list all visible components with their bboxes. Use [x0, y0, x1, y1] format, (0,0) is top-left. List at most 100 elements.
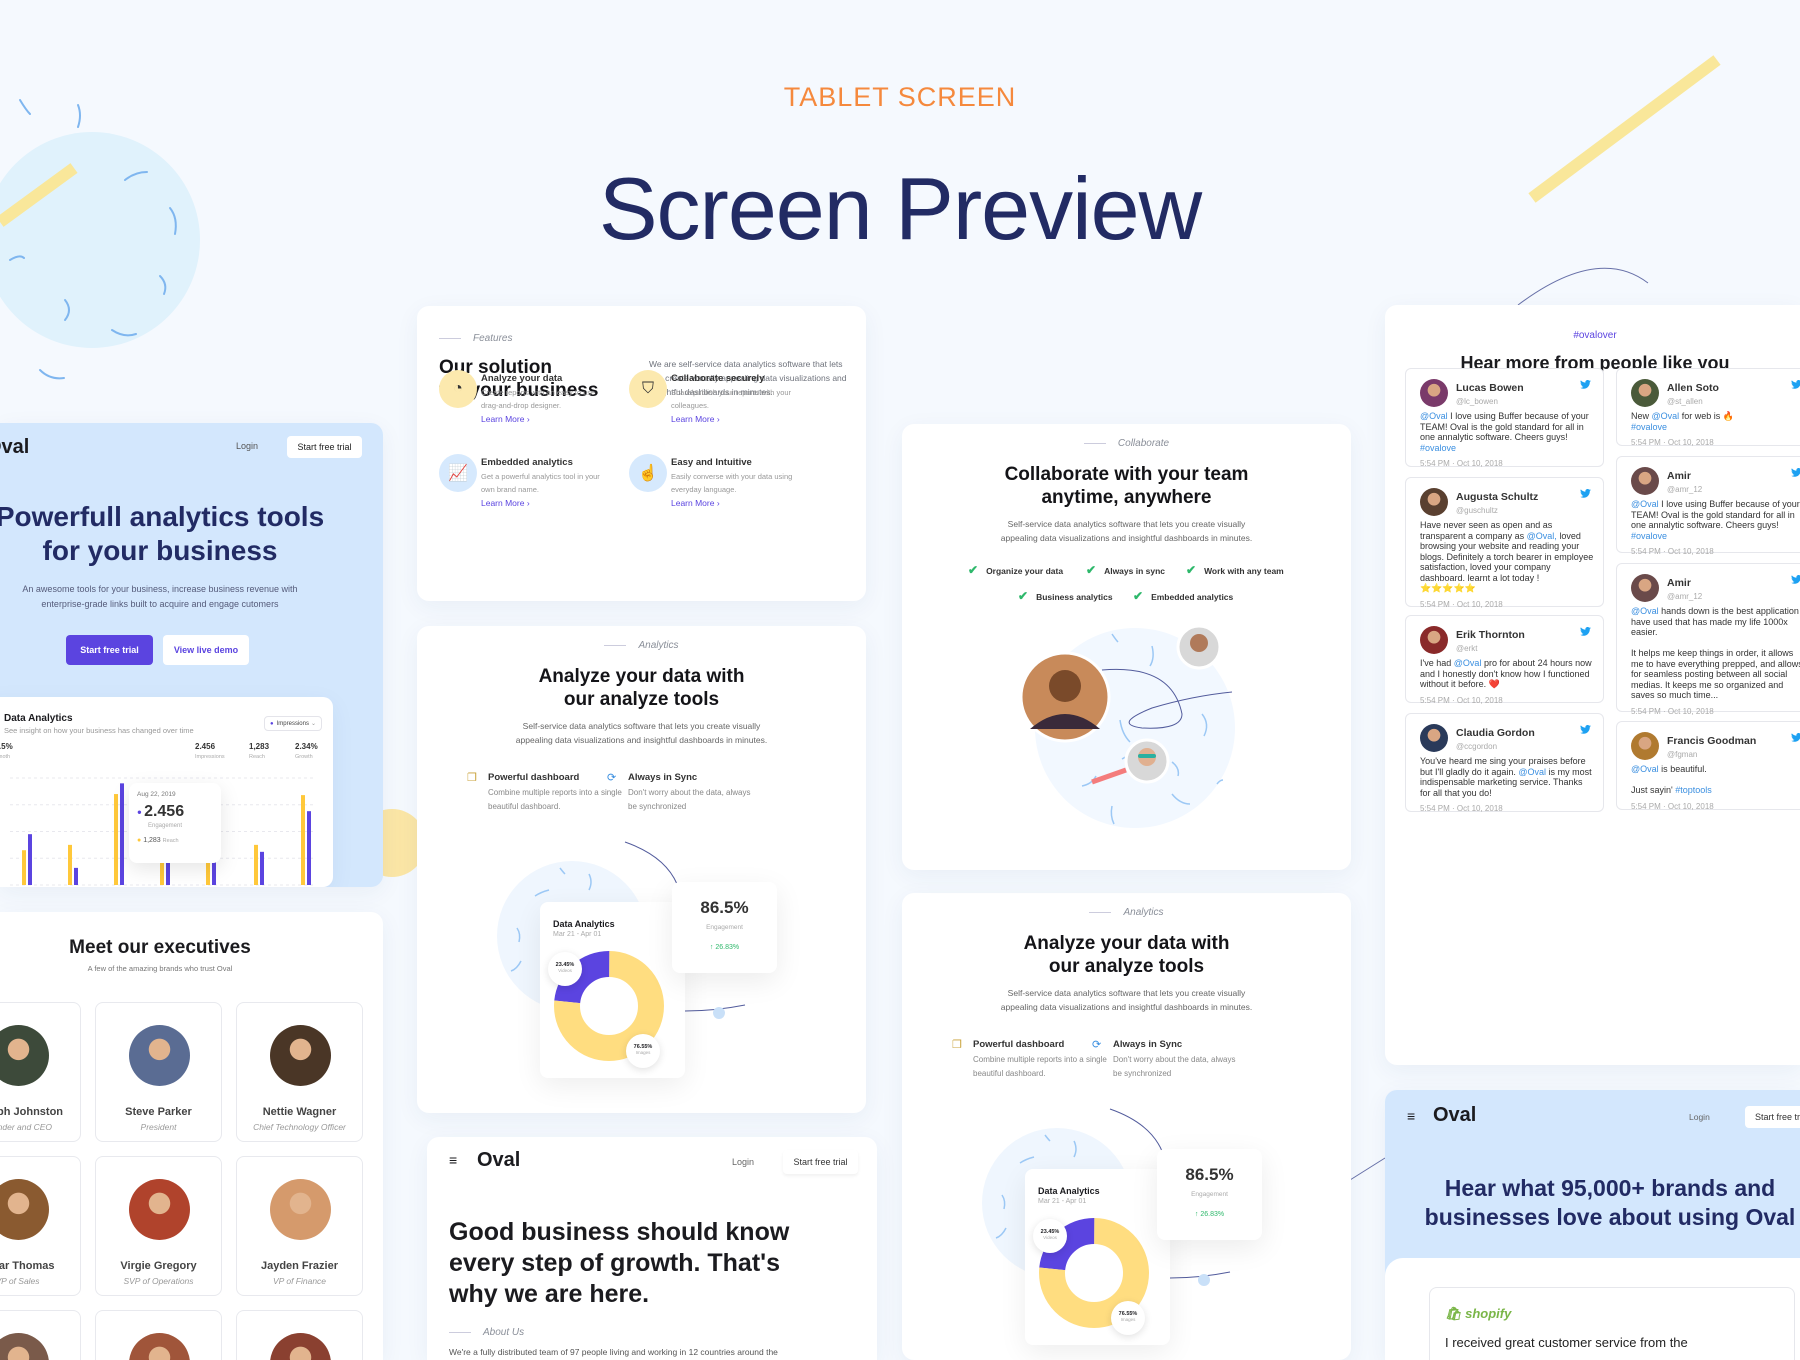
collaborate-card: Collaborate Collaborate with your team an…: [902, 424, 1351, 870]
tweet-handle: @erkt: [1456, 644, 1478, 653]
hashtag-label[interactable]: #ovalover: [1385, 330, 1800, 341]
brand-name: shopify: [1465, 1306, 1512, 1321]
tweet-link[interactable]: @Oval: [1652, 411, 1680, 421]
learn-more-link[interactable]: Learn More ›: [481, 414, 530, 424]
executive-role: Chief Technology Officer: [253, 1122, 346, 1132]
heading-line: Hear what 95,000+ brands and: [1444, 1175, 1776, 1201]
bar-yellow: [301, 795, 305, 885]
tweet-card[interactable]: Claudia Gordon @ccgordon You've heard me s…: [1405, 713, 1604, 813]
avatar: [270, 1179, 331, 1240]
tweet-card[interactable]: Lucas Bowen @lc_bowen @Oval I love using B…: [1405, 368, 1604, 468]
shopify-logo: 🛍 shopify: [1445, 1306, 1512, 1321]
view-demo-button[interactable]: View live demo: [163, 635, 249, 665]
twitter-icon[interactable]: [1791, 380, 1800, 389]
tweet-link[interactable]: @Oval: [1631, 499, 1659, 509]
tweet-card[interactable]: Francis Goodman @fgman @Oval is beautiful.…: [1616, 721, 1800, 812]
tweet-card[interactable]: Augusta Schultz @guschultz Have never seen…: [1405, 477, 1604, 609]
brands-heading: Hear what 95,000+ brands and businesses l…: [1385, 1174, 1800, 1232]
slice-label-videos: 23.45% Videos: [548, 952, 582, 986]
tweet-author: Augusta Schultz: [1456, 491, 1539, 503]
tooltip-value: ● 2.456: [137, 803, 184, 821]
executive-card[interactable]: Jayden Frazier VP of Finance: [236, 1156, 363, 1296]
login-link[interactable]: Login: [236, 441, 258, 451]
twitter-icon[interactable]: [1580, 725, 1591, 734]
avatar: [1631, 379, 1659, 407]
hero-heading: Powerfull analytics tools for your busine…: [0, 500, 360, 568]
tweet-handle: @amr_12: [1667, 592, 1703, 601]
line-chart-icon: 📈: [439, 454, 477, 492]
executive-card[interactable]: Joseph Johnston Founder and CEO: [0, 1002, 81, 1142]
tweet-link[interactable]: @Oval: [1454, 658, 1482, 668]
tooltip-date: Aug 22, 2019: [137, 791, 176, 798]
logo[interactable]: Oval: [1433, 1104, 1476, 1127]
tweet-card[interactable]: Allen Soto @st_allen New @Oval for web is …: [1616, 368, 1800, 449]
login-link[interactable]: Login: [1689, 1112, 1710, 1122]
tooltip-secondary: ● 1,283 Reach: [137, 837, 179, 844]
bar-purple: [260, 851, 264, 885]
executive-card[interactable]: Steve Parker President: [95, 1002, 222, 1142]
learn-more-link[interactable]: Learn More ›: [671, 414, 720, 424]
hero-start-trial-button[interactable]: Start free trial: [66, 635, 153, 665]
chart-tooltip: Aug 22, 2019 ● 2.456 Engagement ● 1,283 …: [129, 783, 221, 863]
twitter-icon[interactable]: [1580, 380, 1591, 389]
executive-card[interactable]: [95, 1310, 222, 1360]
team-illustration: [1019, 624, 1235, 828]
tweet-body: @Oval I love using Buffer because of you…: [1631, 499, 1800, 558]
start-trial-button[interactable]: Start free trial: [1745, 1106, 1800, 1128]
tweet-link[interactable]: @Oval: [1631, 764, 1659, 774]
login-link[interactable]: Login: [732, 1157, 754, 1167]
learn-more-link[interactable]: Learn More ›: [481, 498, 530, 508]
tweet-link[interactable]: @Oval,: [1527, 531, 1557, 541]
tooltip-value-label: Engagement: [148, 823, 183, 829]
twitter-icon[interactable]: [1580, 489, 1591, 498]
avatar: [1631, 467, 1659, 495]
avatar: [1631, 732, 1659, 760]
tweet-card[interactable]: Erik Thornton @erkt I've had @Oval pro for…: [1405, 615, 1604, 705]
twitter-icon[interactable]: [1791, 468, 1800, 477]
pie-chart-icon: ◔: [439, 370, 477, 408]
tweet-card[interactable]: Amir @amr_12 @Oval hands down is the best …: [1616, 563, 1800, 716]
logo[interactable]: Oval: [0, 436, 29, 459]
eyebrow: TABLET SCREEN: [0, 82, 1800, 113]
twitter-icon[interactable]: [1791, 575, 1800, 584]
hero-desc-line: An awesome tools for your business, incr…: [22, 584, 298, 594]
executive-card[interactable]: Nettie Wagner Chief Technology Officer: [236, 1002, 363, 1142]
executive-card[interactable]: [0, 1310, 81, 1360]
tweet-body: @Oval is beautiful. Just sayin' #toptool…: [1631, 764, 1800, 812]
start-trial-button[interactable]: Start free trial: [287, 436, 362, 458]
tweet-author: Lucas Bowen: [1456, 382, 1524, 394]
heading-line: every step of growth. That's: [449, 1249, 781, 1277]
tweet-body: @Oval hands down is the best application…: [1631, 606, 1800, 717]
twitter-icon[interactable]: [1791, 733, 1800, 742]
avatar: [1420, 626, 1448, 654]
avatar: [129, 1025, 190, 1086]
tweet-handle: @lc_bowen: [1456, 397, 1498, 406]
start-trial-button[interactable]: Start free trial: [783, 1150, 858, 1174]
tweet-link[interactable]: #ovalove: [1631, 531, 1667, 541]
learn-more-link[interactable]: Learn More ›: [671, 498, 720, 508]
brand-quote: I received great customer service from t…: [1445, 1335, 1688, 1350]
tweet-link[interactable]: #ovalove: [1420, 443, 1456, 453]
executive-role: Founder and CEO: [0, 1122, 52, 1132]
hamburger-menu-icon[interactable]: ≡: [449, 1152, 457, 1168]
executive-card[interactable]: [236, 1310, 363, 1360]
tooltip-secondary-value: 1,283: [143, 837, 161, 844]
tweet-card[interactable]: Amir @amr_12 @Oval I love using Buffer bec…: [1616, 456, 1800, 556]
avatar: [270, 1025, 331, 1086]
tweet-link[interactable]: @Oval: [1631, 606, 1659, 616]
tweet-link[interactable]: #ovalove: [1631, 422, 1667, 432]
executive-card[interactable]: Omar Thomas VP of Sales: [0, 1156, 81, 1296]
tweet-link[interactable]: #toptools: [1675, 785, 1712, 795]
slice-label-images: 76.55% Images: [1111, 1301, 1145, 1335]
executive-card[interactable]: Virgie Gregory SVP of Operations: [95, 1156, 222, 1296]
engagement-label: Engagement: [706, 924, 743, 931]
tweet-author: Erik Thornton: [1456, 629, 1525, 641]
features-card: Features Our solution for your business W…: [417, 306, 866, 601]
twitter-icon[interactable]: [1580, 627, 1591, 636]
tweet-body: New @Oval for web is 🔥 #ovalove 5:54 PM ·…: [1631, 411, 1800, 449]
tweet-link[interactable]: @Oval: [1518, 767, 1546, 777]
tweet-link[interactable]: @Oval: [1420, 411, 1448, 421]
hamburger-menu-icon[interactable]: ≡: [1407, 1108, 1415, 1124]
engagement-label: Engagement: [1191, 1191, 1228, 1198]
logo[interactable]: Oval: [477, 1149, 520, 1172]
